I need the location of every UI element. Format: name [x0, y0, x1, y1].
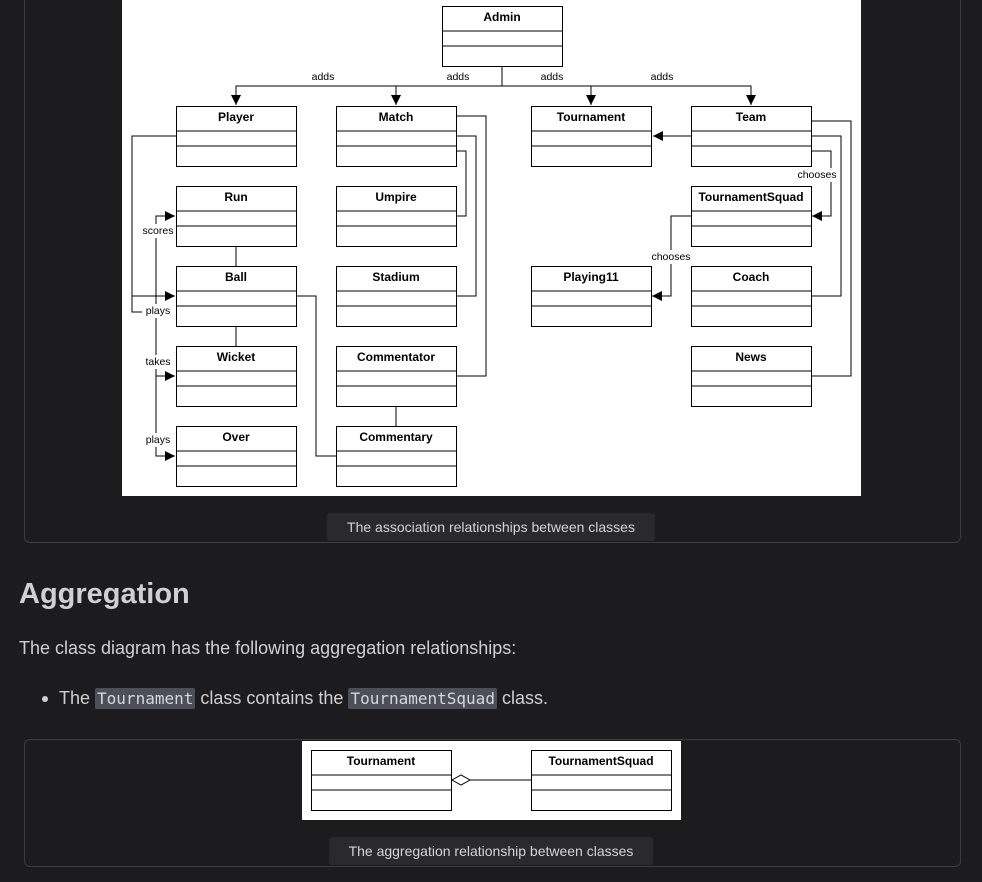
class-name-over: Over — [222, 430, 250, 444]
aggregation-list: The Tournament class contains the Tourna… — [19, 686, 548, 711]
admin-to-player-arrow — [231, 85, 502, 105]
plays-label-over: plays — [146, 434, 171, 446]
adds-label-match: adds — [447, 71, 470, 83]
class-box-tournament: Tournament — [311, 750, 452, 811]
class-name-playing11: Playing11 — [563, 270, 619, 284]
bullet-middle: class contains the — [195, 688, 349, 708]
tournament-code: Tournament — [95, 688, 196, 709]
class-box-commentary: Commentary — [336, 426, 457, 487]
class-box-match: Match — [336, 106, 457, 167]
class-box-coach: Coach — [691, 266, 812, 327]
class-box-stadium: Stadium — [336, 266, 457, 327]
class-name-coach: Coach — [733, 270, 770, 284]
class-name-commentator: Commentator — [357, 350, 435, 364]
class-name-tournament: Tournament — [347, 754, 415, 768]
class-name-news: News — [735, 350, 767, 364]
class-box-ball: Ball — [176, 266, 297, 327]
class-boxes: Admin Player Match Tournament Team Run Umpire T… — [176, 6, 812, 487]
class-box-playing11: Playing11 — [531, 266, 652, 327]
section-heading: Aggregation — [19, 578, 190, 610]
class-box-team: Team — [691, 106, 812, 167]
association-figure-caption: The association relationships between cl… — [327, 513, 655, 541]
class-name-match: Match — [379, 110, 414, 124]
class-name-player: Player — [218, 110, 254, 124]
adds-label-tournament: adds — [541, 71, 564, 83]
aggregation-class-diagram: Tournament TournamentSquad — [302, 741, 681, 820]
chooses-label-squad: chooses — [651, 251, 690, 263]
class-name-stadium: Stadium — [372, 270, 419, 284]
class-box-wicket: Wicket — [176, 346, 297, 407]
class-box-commentator: Commentator — [336, 346, 457, 407]
class-name-wicket: Wicket — [217, 350, 256, 364]
class-box-admin: Admin — [442, 6, 563, 67]
bullet-prefix: The — [59, 688, 96, 708]
team-chooses-squad-arrow — [811, 150, 832, 221]
aggregation-diagram-svg: Tournament TournamentSquad — [311, 750, 672, 811]
class-box-tournament: Tournament — [531, 106, 652, 167]
aggregation-list-item: The Tournament class contains the Tourna… — [19, 686, 548, 711]
class-box-player: Player — [176, 106, 297, 167]
class-box-tournamentsquad: TournamentSquad — [691, 186, 812, 247]
class-name-tournamentsquad: TournamentSquad — [548, 754, 653, 768]
class-name-ball: Ball — [225, 270, 247, 284]
association-class-diagram: adds adds adds adds scores plays takes p… — [122, 0, 861, 496]
bullet-icon — [42, 696, 48, 702]
admin-to-tournament-arrow — [502, 85, 596, 105]
tournamentsquad-code: TournamentSquad — [348, 688, 497, 709]
takes-label: takes — [145, 356, 170, 368]
class-box-over: Over — [176, 426, 297, 487]
class-name-tournament: Tournament — [557, 110, 625, 124]
aggregation-connector — [450, 774, 531, 786]
class-name-tournamentsquad: TournamentSquad — [698, 190, 803, 204]
aggregation-diamond-icon — [450, 774, 472, 786]
scores-label: scores — [143, 225, 174, 237]
class-name-admin: Admin — [483, 10, 520, 24]
aggregation-figure-caption: The aggregation relationship between cla… — [329, 837, 653, 865]
class-box-news: News — [691, 346, 812, 407]
class-name-run: Run — [224, 190, 247, 204]
match-umpire-link — [456, 150, 467, 217]
class-name-umpire: Umpire — [375, 190, 417, 204]
match-commentator-link — [456, 115, 487, 377]
plays-label-ball: plays — [146, 305, 171, 317]
adds-label-team: adds — [651, 71, 674, 83]
class-box-tournamentsquad: TournamentSquad — [531, 750, 672, 811]
bullet-suffix: class. — [496, 688, 548, 708]
chooses-label-team: chooses — [797, 169, 836, 181]
intro-paragraph: The class diagram has the following aggr… — [19, 638, 517, 658]
ball-commentary-link — [296, 295, 336, 457]
admin-to-team-arrow — [591, 85, 756, 105]
class-name-team: Team — [736, 110, 766, 124]
class-box-umpire: Umpire — [336, 186, 457, 247]
adds-label-player: adds — [312, 71, 335, 83]
association-diagram-svg: adds adds adds adds scores plays takes p… — [131, 6, 852, 487]
class-box-run: Run — [176, 186, 297, 247]
class-name-commentary: Commentary — [359, 430, 433, 444]
